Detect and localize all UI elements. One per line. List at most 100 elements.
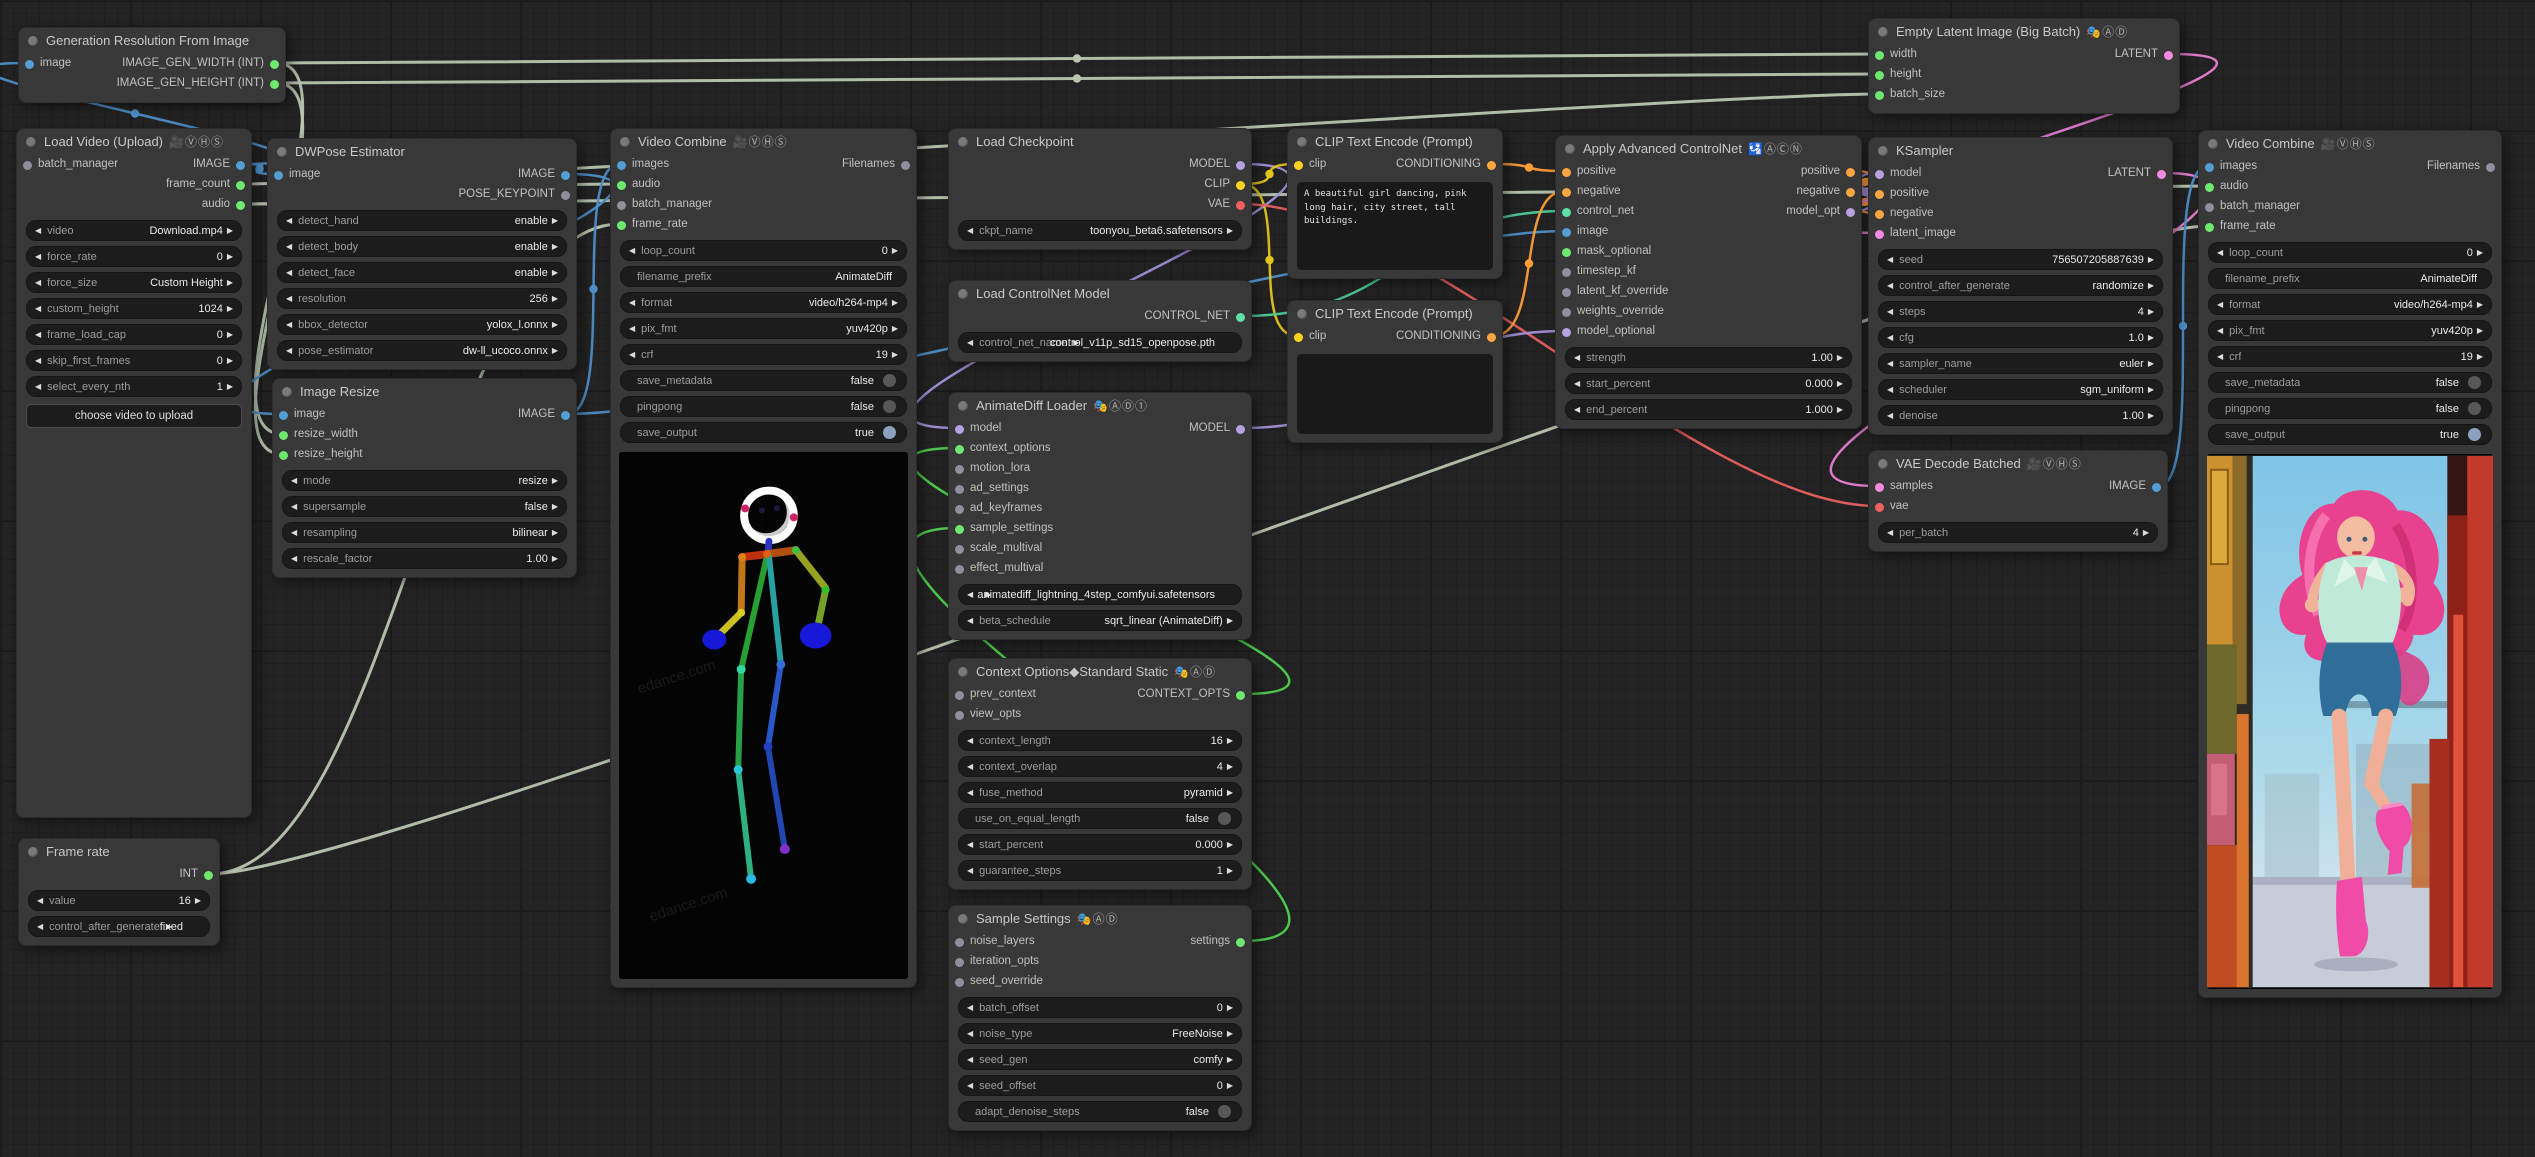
increment-arrow-icon[interactable]: ▶ (1837, 348, 1843, 367)
decrement-arrow-icon[interactable]: ◀ (967, 611, 973, 630)
decrement-arrow-icon[interactable]: ◀ (1887, 276, 1893, 295)
widget-control_after_generate[interactable]: ◀ control_after_generate randomize ▶ (1878, 275, 2163, 296)
node-title-bar[interactable]: Frame rate (19, 839, 219, 865)
widget-save_metadata[interactable]: save_metadata false (620, 370, 907, 391)
output-slot-MODEL[interactable] (1236, 424, 1245, 434)
decrement-arrow-icon[interactable]: ◀ (2217, 347, 2223, 366)
widget-pix_fmt[interactable]: ◀ pix_fmt yuv420p ▶ (2208, 320, 2492, 341)
increment-arrow-icon[interactable]: ▶ (227, 273, 233, 292)
increment-arrow-icon[interactable]: ▶ (1227, 1024, 1233, 1043)
node-title-bar[interactable]: Video Combine 🎥ⓋⒽⓈ (611, 129, 916, 155)
collapse-dot-icon[interactable] (277, 147, 287, 157)
collapse-dot-icon[interactable] (1878, 459, 1888, 469)
node-title-bar[interactable]: Image Resize (273, 379, 576, 405)
decrement-arrow-icon[interactable]: ◀ (1887, 302, 1893, 321)
increment-arrow-icon[interactable]: ▶ (227, 377, 233, 396)
widget-cfg[interactable]: ◀ cfg 1.0 ▶ (1878, 327, 2163, 348)
output-slot-CLIP[interactable] (1236, 180, 1245, 190)
widget-context_overlap[interactable]: ◀ context_overlap 4 ▶ (958, 756, 1242, 777)
input-slot-frame_rate[interactable] (617, 220, 626, 230)
decrement-arrow-icon[interactable]: ◀ (967, 585, 973, 604)
widget-value[interactable]: ◀ value 16 ▶ (28, 890, 210, 911)
node-title-bar[interactable]: Load ControlNet Model (949, 281, 1251, 307)
collapse-dot-icon[interactable] (620, 137, 630, 147)
widget-context_length[interactable]: ◀ context_length 16 ▶ (958, 730, 1242, 751)
widget-bbox_detector[interactable]: ◀ bbox_detector yolox_l.onnx ▶ (277, 314, 567, 335)
increment-arrow-icon[interactable]: ▶ (552, 523, 558, 542)
increment-arrow-icon[interactable]: ▶ (2477, 243, 2483, 262)
input-slot-batch_manager[interactable] (23, 160, 32, 170)
increment-arrow-icon[interactable]: ▶ (552, 237, 558, 256)
increment-arrow-icon[interactable]: ▶ (1227, 998, 1233, 1017)
toggle-knob[interactable] (883, 374, 896, 387)
input-slot-model_optional[interactable] (1562, 327, 1571, 337)
decrement-arrow-icon[interactable]: ◀ (37, 917, 43, 936)
output-slot-model_opt[interactable] (1846, 207, 1855, 217)
decrement-arrow-icon[interactable]: ◀ (2217, 295, 2223, 314)
collapse-dot-icon[interactable] (958, 137, 968, 147)
output-slot-INT[interactable] (204, 870, 213, 880)
toggle-knob[interactable] (883, 400, 896, 413)
input-slot-images[interactable] (617, 160, 626, 170)
widget-pose_estimator[interactable]: ◀ pose_estimator dw-ll_ucoco.onnx ▶ (277, 340, 567, 361)
output-slot-Filenames[interactable] (2486, 162, 2495, 172)
input-slot-iteration_opts[interactable] (955, 957, 964, 967)
widget-frame_load_cap[interactable]: ◀ frame_load_cap 0 ▶ (26, 324, 242, 345)
increment-arrow-icon[interactable]: ▶ (1227, 835, 1233, 854)
increment-arrow-icon[interactable]: ▶ (1227, 783, 1233, 802)
node-title-bar[interactable]: Apply Advanced ControlNet 🛂ⒶⒸⓃ (1556, 136, 1861, 162)
collapse-dot-icon[interactable] (2208, 139, 2218, 149)
increment-arrow-icon[interactable]: ▶ (552, 549, 558, 568)
node-ctxopts[interactable]: Context Options◆Standard Static 🎭ⒶⒹ prev_c… (948, 658, 1252, 890)
node-vcmid[interactable]: Video Combine 🎥ⓋⒽⓈ images Filenames audio bat… (610, 128, 917, 988)
widget-format[interactable]: ◀ format video/h264-mp4 ▶ (620, 292, 907, 313)
output-slot-IMAGE[interactable] (236, 160, 245, 170)
widget-detect_body[interactable]: ◀ detect_body enable ▶ (277, 236, 567, 257)
input-slot-negative[interactable] (1562, 187, 1571, 197)
collapse-dot-icon[interactable] (1878, 146, 1888, 156)
decrement-arrow-icon[interactable]: ◀ (967, 1024, 973, 1043)
prompt-textarea[interactable]: A beautiful girl dancing, pink long hair… (1297, 182, 1493, 270)
decrement-arrow-icon[interactable]: ◀ (967, 861, 973, 880)
decrement-arrow-icon[interactable]: ◀ (291, 497, 297, 516)
increment-arrow-icon[interactable]: ▶ (892, 345, 898, 364)
widget-resampling[interactable]: ◀ resampling bilinear ▶ (282, 522, 567, 543)
widget-end_percent[interactable]: ◀ end_percent 1.000 ▶ (1565, 399, 1852, 420)
widget-resolution[interactable]: ◀ resolution 256 ▶ (277, 288, 567, 309)
decrement-arrow-icon[interactable]: ◀ (35, 351, 41, 370)
output-slot-IMAGE_GEN_WIDTH (INT)[interactable] (270, 59, 279, 69)
node-loadvideo[interactable]: Load Video (Upload) 🎥ⓋⒽⓈ batch_manager IMAG… (16, 128, 252, 818)
node-title-bar[interactable]: Sample Settings 🎭ⒶⒹ (949, 906, 1251, 932)
input-slot-images[interactable] (2205, 162, 2214, 172)
widget-fuse_method[interactable]: ◀ fuse_method pyramid ▶ (958, 782, 1242, 803)
increment-arrow-icon[interactable]: ▶ (1837, 400, 1843, 419)
increment-arrow-icon[interactable]: ▶ (1227, 221, 1233, 240)
decrement-arrow-icon[interactable]: ◀ (35, 377, 41, 396)
increment-arrow-icon[interactable]: ▶ (892, 241, 898, 260)
decrement-arrow-icon[interactable]: ◀ (35, 273, 41, 292)
widget-batch_offset[interactable]: ◀ batch_offset 0 ▶ (958, 997, 1242, 1018)
node-title-bar[interactable]: KSampler (1869, 138, 2172, 164)
widget-filename_prefix[interactable]: filename_prefix AnimateDiff (620, 266, 907, 287)
increment-arrow-icon[interactable]: ▶ (227, 299, 233, 318)
increment-arrow-icon[interactable]: ▶ (1227, 1050, 1233, 1069)
node-adiff[interactable]: AnimateDiff Loader 🎭ⒶⒹ① model MODEL context_… (948, 392, 1252, 640)
widget-denoise[interactable]: ◀ denoise 1.00 ▶ (1878, 405, 2163, 426)
widget-crf[interactable]: ◀ crf 19 ▶ (2208, 346, 2492, 367)
decrement-arrow-icon[interactable]: ◀ (286, 341, 292, 360)
input-slot-model[interactable] (955, 424, 964, 434)
decrement-arrow-icon[interactable]: ◀ (2217, 321, 2223, 340)
collapse-dot-icon[interactable] (958, 401, 968, 411)
widget-per_batch[interactable]: ◀ per_batch 4 ▶ (1878, 522, 2158, 543)
node-title-bar[interactable]: CLIP Text Encode (Prompt) (1288, 129, 1502, 155)
prompt-textarea[interactable] (1297, 354, 1493, 434)
input-slot-image[interactable] (25, 59, 34, 69)
decrement-arrow-icon[interactable]: ◀ (967, 333, 973, 352)
output-slot-LATENT[interactable] (2157, 169, 2166, 179)
decrement-arrow-icon[interactable]: ◀ (967, 835, 973, 854)
node-genres[interactable]: Generation Resolution From Image image IMA… (18, 27, 286, 103)
input-slot-clip[interactable] (1294, 332, 1303, 342)
increment-arrow-icon[interactable]: ▶ (892, 293, 898, 312)
input-slot-samples[interactable] (1875, 482, 1884, 492)
input-slot-height[interactable] (1875, 70, 1884, 80)
